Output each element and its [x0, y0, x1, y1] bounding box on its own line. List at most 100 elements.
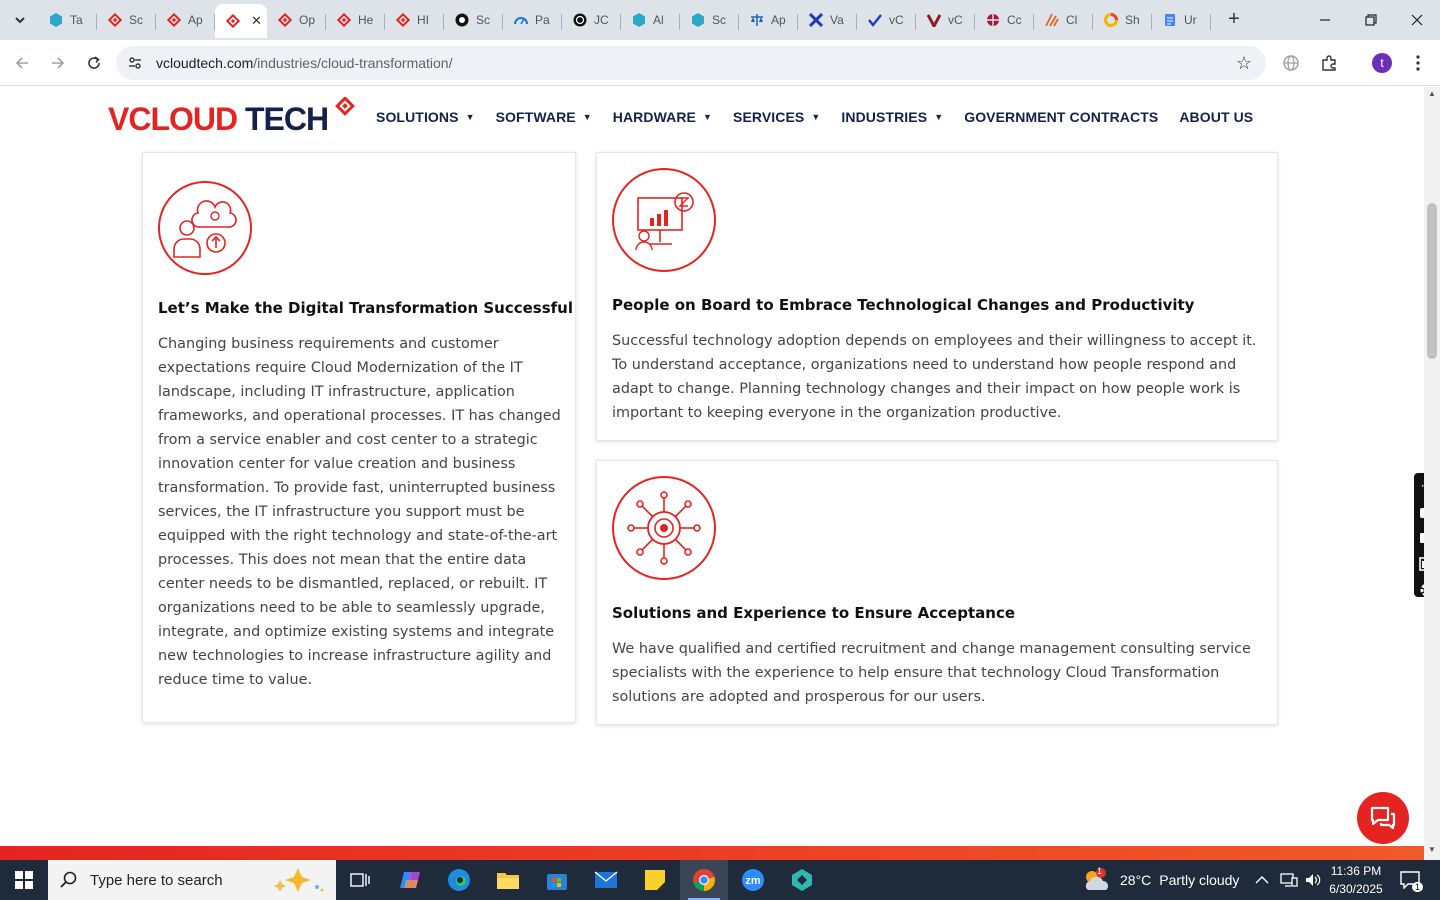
- browser-tab[interactable]: Cc: [975, 6, 1034, 34]
- nav-item-label: SOFTWARE: [495, 109, 576, 125]
- tab-label: Va: [830, 13, 844, 27]
- browser-tab[interactable]: Ur: [1152, 6, 1211, 34]
- mail-icon: [594, 871, 618, 888]
- tab-active[interactable]: ✕: [215, 4, 267, 38]
- nav-item-about-us[interactable]: ABOUT US: [1179, 109, 1253, 125]
- nav-item-label: GOVERNMENT CONTRACTS: [964, 109, 1159, 125]
- taskbar-copilot[interactable]: [386, 860, 434, 900]
- nav-item-software[interactable]: SOFTWARE ▼: [496, 109, 592, 125]
- taskbar-edge[interactable]: [435, 860, 483, 900]
- taskbar-search-box[interactable]: Type here to search: [48, 860, 336, 900]
- address-bar[interactable]: vcloudtech.com/industries/cloud-transfor…: [116, 46, 1266, 80]
- taskbar-app-teal[interactable]: [778, 860, 826, 900]
- browser-tab[interactable]: Sc: [444, 6, 503, 34]
- back-button[interactable]: [10, 51, 34, 75]
- start-button[interactable]: [0, 860, 48, 900]
- browser-tab[interactable]: Op: [267, 6, 326, 34]
- card-title: People on Board to Embrace Technological…: [612, 296, 1195, 314]
- presentation-chart-icon: [612, 168, 716, 272]
- extensions-puzzle-icon[interactable]: [1318, 52, 1340, 74]
- taskbar-file-explorer[interactable]: [484, 860, 532, 900]
- reload-button[interactable]: [82, 51, 106, 75]
- weather-cloud-sun-icon: [1085, 868, 1108, 890]
- browser-tab[interactable]: Sc: [97, 6, 156, 34]
- scrollbar-thumb[interactable]: [1427, 203, 1437, 359]
- taskbar-mail[interactable]: [582, 860, 630, 900]
- clock-time: 11:36 PM: [1330, 864, 1382, 878]
- browser-tab[interactable]: Ap: [156, 6, 215, 34]
- nav-item-hardware[interactable]: HARDWARE ▼: [613, 109, 712, 125]
- nav-item-label: SOLUTIONS: [376, 109, 459, 125]
- nav-item-government-contracts[interactable]: GOVERNMENT CONTRACTS: [964, 109, 1158, 125]
- close-tab-icon[interactable]: ✕: [251, 13, 262, 29]
- nav-item-solutions[interactable]: SOLUTIONS ▼: [376, 109, 475, 125]
- card-solutions-experience: Solutions and Experience to Ensure Accep…: [596, 460, 1278, 725]
- browser-tab[interactable]: Pa: [503, 6, 562, 34]
- teal-hexagon-icon: [690, 12, 706, 28]
- taskbar-chrome[interactable]: [680, 860, 728, 900]
- nav-item-label: SERVICES: [733, 109, 805, 125]
- chat-button[interactable]: [1357, 792, 1409, 844]
- bookmark-star-icon[interactable]: ☆: [1236, 53, 1252, 74]
- browser-tab[interactable]: He: [326, 6, 385, 34]
- forward-button[interactable]: [46, 51, 70, 75]
- page-scrollbar[interactable]: ▲ ▼: [1424, 87, 1440, 860]
- caret-down-icon: ▼: [465, 112, 475, 122]
- tab-label: Pa: [535, 13, 550, 27]
- taskbar-store[interactable]: [533, 860, 581, 900]
- taskbar-sticky-notes[interactable]: [631, 860, 679, 900]
- scroll-up-arrow-icon[interactable]: ▲: [1427, 89, 1437, 101]
- restore-button[interactable]: [1348, 0, 1394, 40]
- chrome-icon: [693, 869, 715, 891]
- card-body: Successful technology adoption depends o…: [612, 333, 1257, 421]
- network-icon[interactable]: [1280, 872, 1298, 888]
- new-tab-button[interactable]: +: [1224, 9, 1244, 30]
- vcloud-tech-logo[interactable]: VCLOUD TECH: [108, 97, 358, 147]
- system-clock[interactable]: 11:36 PM 6/30/2025: [1318, 862, 1394, 898]
- browser-tab[interactable]: JC: [562, 6, 621, 34]
- arrow-right-icon: [52, 57, 65, 69]
- browser-tab[interactable]: vC: [916, 6, 975, 34]
- nav-item-label: INDUSTRIES: [841, 109, 928, 125]
- tab-label: Cl: [1066, 13, 1078, 27]
- nav-item-services[interactable]: SERVICES ▼: [733, 109, 820, 125]
- openai-icon: [572, 12, 588, 28]
- nav-item-label: ABOUT US: [1179, 109, 1254, 125]
- browser-tab[interactable]: Ta: [38, 6, 97, 34]
- site-info-icon[interactable]: [126, 54, 144, 72]
- profile-avatar[interactable]: t: [1372, 53, 1392, 73]
- tab-list: Ta Sc Ap ✕ Op He HI Sc Pa JC Al Sc Ap Va vC vC Cc Cl Sh Ur: [38, 4, 1211, 40]
- browser-tab[interactable]: vC: [857, 6, 916, 34]
- close-window-button[interactable]: [1394, 0, 1440, 40]
- browser-tab[interactable]: HI: [385, 6, 444, 34]
- network-gear-icon: [612, 476, 716, 580]
- minimize-button[interactable]: [1302, 0, 1348, 40]
- weather-desc: Partly cloudy: [1159, 872, 1240, 888]
- weather-temp: 28°C: [1120, 872, 1152, 888]
- weather-widget[interactable]: 1 28°C Partly cloudy: [1082, 860, 1239, 900]
- windows-taskbar: Type here to search zm 1 28°C Partly clo…: [0, 860, 1440, 900]
- tab-search-button[interactable]: [8, 8, 32, 32]
- task-view-button[interactable]: [336, 860, 384, 900]
- browser-tab[interactable]: Al: [621, 6, 680, 34]
- browser-tab[interactable]: Sh: [1093, 6, 1152, 34]
- browser-tab[interactable]: Cl: [1034, 6, 1093, 34]
- taskbar-zoom[interactable]: zm: [729, 860, 777, 900]
- card-people-on-board: People on Board to Embrace Technological…: [596, 152, 1278, 441]
- browser-tab[interactable]: Va: [798, 6, 857, 34]
- reload-icon: [88, 56, 100, 69]
- browser-tab[interactable]: Sc: [680, 6, 739, 34]
- nav-item-industries[interactable]: INDUSTRIES ▼: [841, 109, 943, 125]
- url-host: vcloudtech.com: [156, 55, 254, 71]
- footer-strip: [0, 846, 1424, 860]
- browser-tab[interactable]: Ap: [739, 6, 798, 34]
- notification-center-button[interactable]: 1: [1398, 860, 1424, 900]
- teal-hexagon-icon: [792, 869, 812, 891]
- scroll-down-arrow-icon[interactable]: ▼: [1427, 845, 1437, 857]
- pinwheel-icon: [985, 12, 1001, 28]
- chevron-up-icon[interactable]: [1254, 875, 1270, 885]
- tab-label: He: [358, 13, 374, 27]
- menu-kebab-icon[interactable]: [1407, 52, 1429, 74]
- translate-icon[interactable]: [1280, 52, 1302, 74]
- tab-label: Op: [299, 13, 316, 27]
